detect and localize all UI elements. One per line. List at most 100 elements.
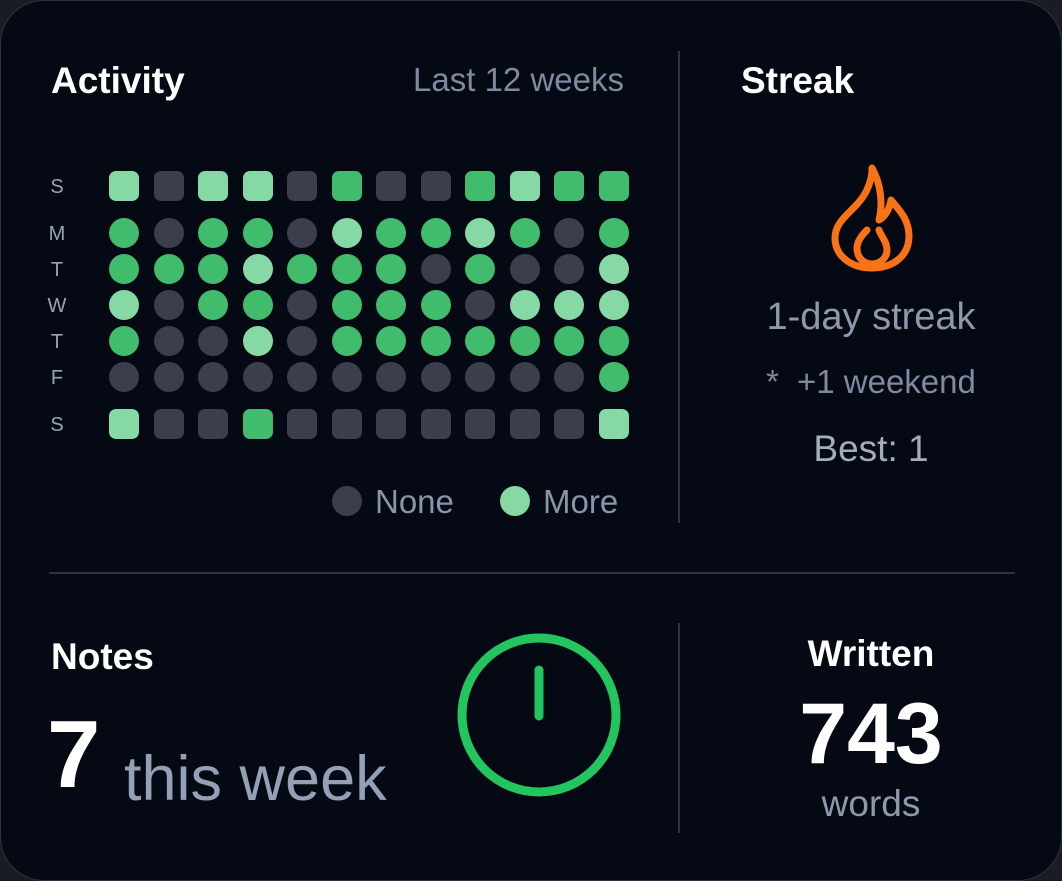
day-label: S: [50, 414, 64, 436]
heatmap-cell: [331, 409, 362, 439]
heatmap-cell: [509, 409, 540, 439]
heatmap-cell: [198, 409, 228, 439]
stats-card: Activity Last 12 weeks SMTWTFS None More…: [0, 0, 1062, 881]
heatmap-cell: [153, 171, 184, 201]
day-label: F: [50, 367, 64, 389]
heatmap-cell: [287, 290, 317, 320]
heatmap-cell: [242, 254, 273, 284]
activity-range: Last 12 weeks: [413, 61, 624, 98]
heatmap-cell: [598, 171, 629, 201]
heatmap-cell: [420, 254, 451, 284]
heatmap-cell: [465, 218, 495, 248]
heatmap-cell: [509, 218, 540, 248]
heatmap-cell: [598, 409, 629, 439]
heatmap-cell: [376, 290, 406, 320]
heatmap-cell: [465, 326, 495, 356]
heatmap-cell: [109, 171, 139, 201]
day-label: T: [50, 331, 64, 353]
heatmap-cell: [242, 326, 273, 356]
heatmap-cell: [331, 254, 362, 284]
heatmap-cell: [109, 218, 139, 248]
notes-suffix: this week: [124, 744, 387, 814]
heatmap-cell: [598, 290, 629, 320]
heatmap-cell: [465, 171, 495, 201]
asterisk-icon: *: [766, 363, 779, 400]
streak-title: Streak: [741, 60, 855, 101]
legend-more-dot: [500, 486, 530, 516]
heatmap-cell: [153, 218, 184, 248]
legend-none-dot: [332, 486, 362, 516]
day-label: S: [50, 176, 64, 198]
heatmap-cell: [509, 326, 540, 356]
heatmap-cell: [198, 290, 228, 320]
heatmap-cell: [465, 362, 495, 392]
heatmap-cell: [287, 218, 317, 248]
heatmap-cell: [331, 218, 362, 248]
heatmap-cell: [598, 362, 629, 392]
legend-more-label: More: [543, 483, 619, 520]
heatmap-cell: [554, 218, 584, 248]
heatmap-cell: [242, 409, 273, 439]
heatmap-cell: [509, 254, 540, 284]
heatmap-cell: [331, 171, 362, 201]
day-label: M: [48, 223, 66, 245]
heatmap-cell: [109, 362, 139, 392]
written-title: Written: [807, 633, 935, 674]
heatmap-cell: [153, 409, 184, 439]
flame-icon: [831, 164, 913, 272]
heatmap-cell: [420, 409, 451, 439]
heatmap-cell: [153, 326, 184, 356]
notes-count: 7: [47, 701, 101, 808]
heatmap-cell: [153, 254, 184, 284]
streak-weekend: * +1 weekend: [681, 365, 1061, 398]
heatmap-cell: [598, 218, 629, 248]
heatmap-cell: [198, 362, 228, 392]
day-label: W: [47, 295, 67, 317]
heatmap-cell: [554, 326, 584, 356]
heatmap-cell: [287, 409, 317, 439]
heatmap-cell: [242, 362, 273, 392]
heatmap-cell: [198, 254, 228, 284]
heatmap-cell: [109, 290, 139, 320]
heatmap-cell: [465, 254, 495, 284]
divider-top-vertical: [678, 51, 680, 523]
heatmap-cell: [287, 326, 317, 356]
divider-bottom-vertical: [678, 623, 680, 833]
heatmap-cell: [198, 218, 228, 248]
heatmap-cell: [109, 409, 139, 439]
heatmap-cell: [376, 326, 406, 356]
heatmap-cell: [331, 326, 362, 356]
heatmap-cell: [331, 290, 362, 320]
divider-horizontal: [49, 572, 1015, 574]
heatmap-cell: [554, 409, 584, 439]
streak-best: Best: 1: [813, 428, 929, 469]
legend-none-label: None: [375, 483, 454, 520]
heatmap-cell: [242, 218, 273, 248]
heatmap-cell: [287, 171, 317, 201]
streak-weekend-label: +1 weekend: [796, 363, 976, 400]
heatmap-cell: [242, 171, 273, 201]
heatmap-cell: [509, 171, 540, 201]
heatmap-cell: [598, 254, 629, 284]
heatmap-cell: [109, 326, 139, 356]
heatmap-cell: [420, 171, 451, 201]
heatmap-cell: [153, 290, 184, 320]
heatmap-cell: [420, 218, 451, 248]
heatmap-cell: [509, 290, 540, 320]
clock-ring-icon: [457, 633, 621, 797]
heatmap-cell: [376, 218, 406, 248]
heatmap-cell: [198, 171, 228, 201]
heatmap-cell: [465, 290, 495, 320]
heatmap-cell: [465, 409, 495, 439]
heatmap-cell: [554, 171, 584, 201]
heatmap-cell: [554, 254, 584, 284]
heatmap-cell: [287, 254, 317, 284]
heatmap-cell: [109, 254, 139, 284]
day-label: T: [50, 259, 64, 281]
heatmap-cell: [509, 362, 540, 392]
heatmap-cell: [554, 290, 584, 320]
heatmap-cell: [242, 290, 273, 320]
heatmap-cell: [420, 290, 451, 320]
streak-current: 1-day streak: [766, 296, 976, 338]
heatmap-cell: [420, 326, 451, 356]
